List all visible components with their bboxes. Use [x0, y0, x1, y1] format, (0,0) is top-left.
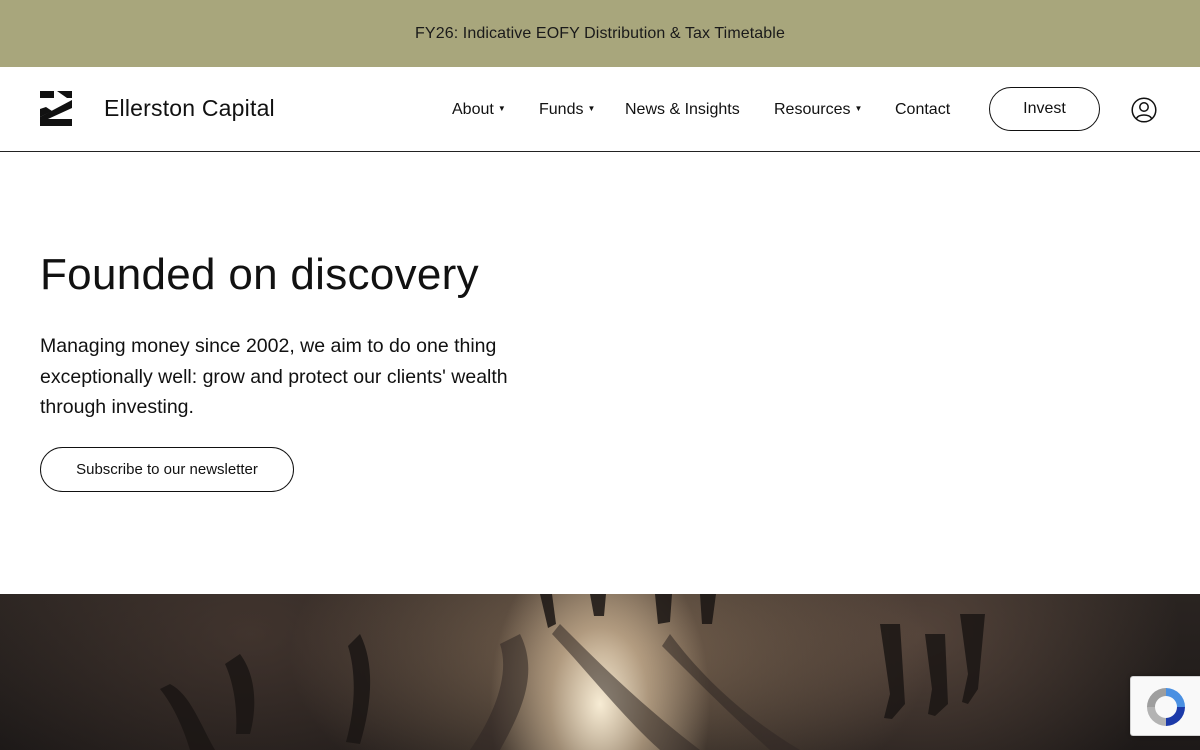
- nav-resources[interactable]: Resources ▼: [774, 67, 862, 152]
- hero-photo: [0, 594, 1200, 750]
- announcement-link[interactable]: FY26: Indicative EOFY Distribution & Tax…: [415, 25, 785, 43]
- caret-down-icon: ▼: [854, 104, 863, 113]
- invest-button[interactable]: Invest: [989, 87, 1100, 131]
- nav-funds[interactable]: Funds ▼: [539, 67, 595, 152]
- site-header: Ellerston Capital About ▼ Funds ▼ News &…: [0, 67, 1200, 152]
- caret-down-icon: ▼: [587, 104, 596, 113]
- hero-description: Managing money since 2002, we aim to do …: [40, 335, 508, 418]
- nav-resources-label: Resources: [774, 100, 851, 118]
- hero-title: Founded on discovery: [40, 250, 479, 299]
- ellerston-logo-icon[interactable]: [40, 91, 72, 126]
- recaptcha-icon: [1147, 688, 1185, 726]
- caret-down-icon: ▼: [497, 104, 506, 113]
- nav-contact-label: Contact: [895, 100, 951, 118]
- subscribe-newsletter-button[interactable]: Subscribe to our newsletter: [40, 447, 294, 492]
- user-account-icon[interactable]: [1131, 97, 1157, 123]
- nav-about-label: About: [452, 100, 494, 118]
- nav-news-insights-label: News & Insights: [625, 100, 740, 118]
- nav-contact[interactable]: Contact: [895, 67, 950, 152]
- nav-funds-label: Funds: [539, 100, 584, 118]
- brand-name[interactable]: Ellerston Capital: [104, 95, 275, 122]
- announcement-bar: FY26: Indicative EOFY Distribution & Tax…: [0, 0, 1200, 67]
- nav-about[interactable]: About ▼: [452, 67, 506, 152]
- people-walking-silhouettes: [160, 594, 985, 750]
- nav-news-insights[interactable]: News & Insights: [625, 67, 740, 152]
- recaptcha-badge[interactable]: [1130, 676, 1200, 736]
